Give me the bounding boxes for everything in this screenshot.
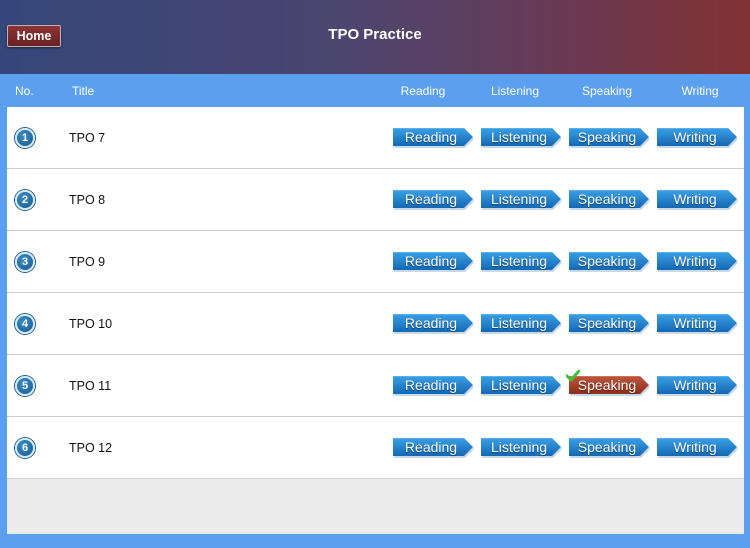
title-bar: Home TPO Practice <box>0 0 750 74</box>
listening-button-label: Listening <box>490 129 548 145</box>
reading-button-label: Reading <box>404 253 458 269</box>
column-header-listening: Listening <box>490 84 540 98</box>
reading-button-label: Reading <box>404 191 458 207</box>
table-row: 2 TPO 8 Reading Listening Speaking Writing <box>7 169 744 231</box>
speaking-button-label: Speaking <box>577 315 637 331</box>
table-row: 4 TPO 10 Reading Listening Speaking Writing <box>7 293 744 355</box>
column-header-no: No. <box>15 84 34 98</box>
reading-button-label: Reading <box>404 377 458 393</box>
speaking-button-label: Speaking <box>577 129 637 145</box>
column-header-row: No. Title Reading Listening Speaking Wri… <box>0 74 750 107</box>
listening-button-label: Listening <box>490 377 548 393</box>
writing-button[interactable]: Writing <box>657 127 739 149</box>
checkmark-icon <box>566 370 580 382</box>
table-row: 3 TPO 9 Reading Listening Speaking Writing <box>7 231 744 293</box>
speaking-button-label: Speaking <box>577 377 637 393</box>
reading-button-label: Reading <box>404 439 458 455</box>
tpo-list: 1 TPO 7 Reading Listening Speaking Writing 2 TP… <box>7 107 744 534</box>
writing-button-label: Writing <box>673 129 717 145</box>
tpo-title: TPO 8 <box>69 193 106 207</box>
speaking-button[interactable]: Speaking <box>569 437 651 459</box>
column-header-speaking: Speaking <box>581 84 633 98</box>
table-row: 5 TPO 11 Reading Listening Speaking Writing <box>7 355 744 417</box>
listening-button-label: Listening <box>490 191 548 207</box>
speaking-button[interactable]: Speaking <box>569 251 651 273</box>
column-header-writing: Writing <box>681 84 719 98</box>
column-header-title: Title <box>72 84 95 98</box>
table-row: 1 TPO 7 Reading Listening Speaking Writing <box>7 107 744 169</box>
row-number-badge: 6 <box>15 438 35 458</box>
listening-button[interactable]: Listening <box>481 437 563 459</box>
listening-button-label: Listening <box>490 439 548 455</box>
writing-button[interactable]: Writing <box>657 313 739 335</box>
writing-button-label: Writing <box>673 315 717 331</box>
writing-button-label: Writing <box>673 439 717 455</box>
row-number-badge: 1 <box>15 128 35 148</box>
speaking-button-label: Speaking <box>577 439 637 455</box>
listening-button[interactable]: Listening <box>481 313 563 335</box>
reading-button[interactable]: Reading <box>393 251 475 273</box>
row-number-badge: 4 <box>15 314 35 334</box>
speaking-button-label: Speaking <box>577 253 637 269</box>
tpo-title: TPO 9 <box>69 255 106 269</box>
writing-button[interactable]: Writing <box>657 189 739 211</box>
listening-button-label: Listening <box>490 253 548 269</box>
writing-button-label: Writing <box>673 377 717 393</box>
reading-button[interactable]: Reading <box>393 313 475 335</box>
page-title: TPO Practice <box>328 26 422 43</box>
tpo-title: TPO 7 <box>69 131 106 145</box>
reading-button[interactable]: Reading <box>393 375 475 397</box>
listening-button[interactable]: Listening <box>481 127 563 149</box>
listening-button-label: Listening <box>490 315 548 331</box>
tpo-title: TPO 12 <box>69 441 113 455</box>
writing-button[interactable]: Writing <box>657 437 739 459</box>
speaking-button[interactable]: Speaking <box>566 370 651 397</box>
writing-button[interactable]: Writing <box>657 251 739 273</box>
row-number-badge: 3 <box>15 252 35 272</box>
listening-button[interactable]: Listening <box>481 375 563 397</box>
speaking-button[interactable]: Speaking <box>569 127 651 149</box>
listening-button[interactable]: Listening <box>481 251 563 273</box>
reading-button[interactable]: Reading <box>393 189 475 211</box>
reading-button-label: Reading <box>404 129 458 145</box>
row-number-badge: 5 <box>15 376 35 396</box>
reading-button[interactable]: Reading <box>393 437 475 459</box>
listening-button[interactable]: Listening <box>481 189 563 211</box>
column-header-reading: Reading <box>400 84 446 98</box>
speaking-button[interactable]: Speaking <box>569 189 651 211</box>
writing-button-label: Writing <box>673 253 717 269</box>
table-row: 6 TPO 12 Reading Listening Speaking Writing <box>7 417 744 479</box>
reading-button-label: Reading <box>404 315 458 331</box>
speaking-button-label: Speaking <box>577 191 637 207</box>
writing-button-label: Writing <box>673 191 717 207</box>
writing-button[interactable]: Writing <box>657 375 739 397</box>
tpo-title: TPO 11 <box>69 379 112 393</box>
row-number-badge: 2 <box>15 190 35 210</box>
speaking-button[interactable]: Speaking <box>569 313 651 335</box>
reading-button[interactable]: Reading <box>393 127 475 149</box>
tpo-title: TPO 10 <box>69 317 113 331</box>
